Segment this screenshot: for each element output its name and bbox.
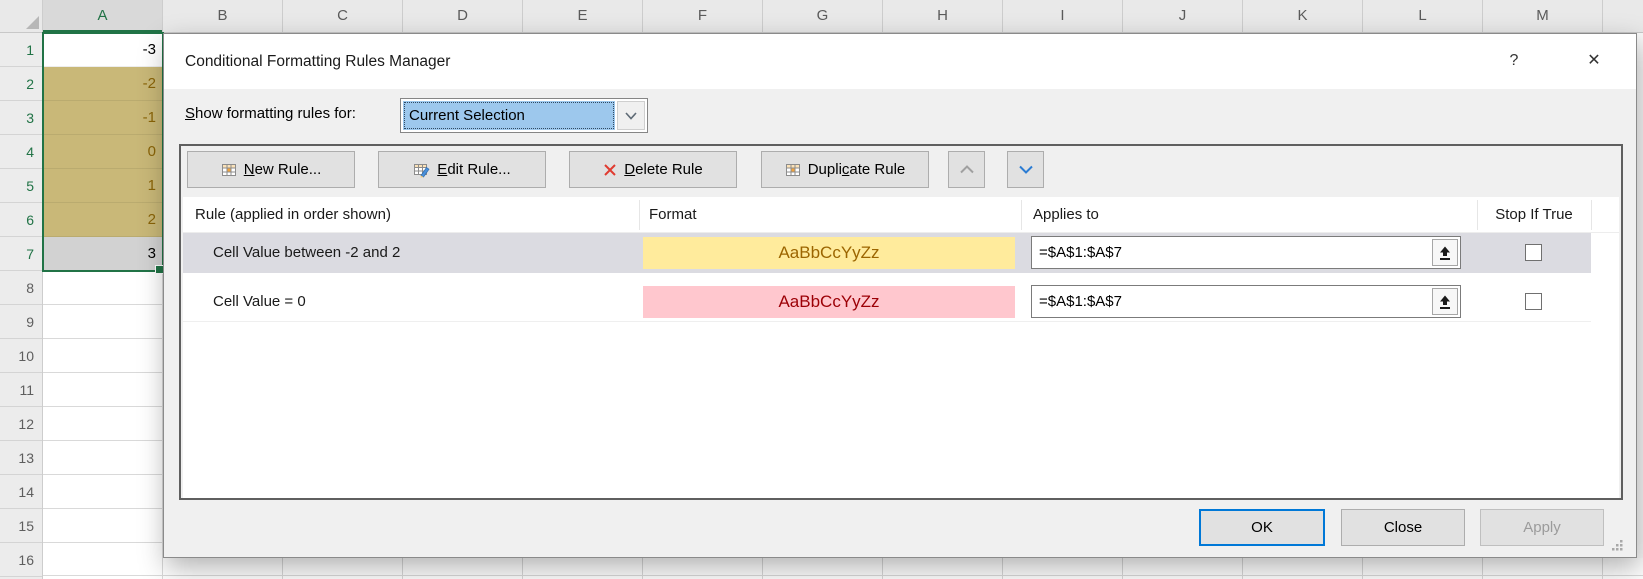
column-header-G[interactable]: G bbox=[763, 0, 883, 32]
chevron-down-icon bbox=[1019, 165, 1033, 174]
column-header-I[interactable]: I bbox=[1003, 0, 1123, 32]
row-header-strip: 1 2 3 4 5 6 7 8 9 10 11 12 13 14 15 16 bbox=[0, 33, 43, 579]
row-header-11[interactable]: 11 bbox=[0, 373, 42, 407]
row-header-8[interactable]: 8 bbox=[0, 271, 42, 305]
format-column-header: Format bbox=[649, 197, 697, 232]
column-header-strip: A B C D E F G H I J K L M bbox=[0, 0, 1643, 33]
close-icon[interactable]: ✕ bbox=[1579, 46, 1609, 76]
row-header-13[interactable]: 13 bbox=[0, 441, 42, 475]
edit-rule-button[interactable]: Edit Rule... bbox=[378, 151, 546, 188]
table-grid-pencil-icon bbox=[413, 162, 430, 178]
cell-A1[interactable]: -3 bbox=[43, 33, 163, 67]
row-header-14[interactable]: 14 bbox=[0, 475, 42, 509]
rule-row-1[interactable]: Cell Value between -2 and 2 AaBbCcYyZz bbox=[183, 233, 1591, 273]
row-header-3[interactable]: 3 bbox=[0, 101, 42, 135]
cell-A7[interactable]: 3 bbox=[43, 237, 163, 271]
column-header-B[interactable]: B bbox=[163, 0, 283, 32]
collapse-range-button[interactable] bbox=[1432, 288, 1458, 315]
help-icon[interactable]: ? bbox=[1499, 46, 1529, 76]
select-all-triangle-icon bbox=[26, 16, 39, 29]
collapse-range-arrow-icon bbox=[1438, 245, 1452, 261]
conditional-formatting-rules-manager-dialog: Conditional Formatting Rules Manager ? ✕… bbox=[163, 33, 1637, 558]
row-header-9[interactable]: 9 bbox=[0, 305, 42, 339]
format-preview: AaBbCcYyZz bbox=[643, 237, 1015, 269]
sheet-grid-right bbox=[1637, 33, 1643, 558]
stop-if-true-checkbox[interactable] bbox=[1525, 244, 1542, 261]
collapse-range-arrow-icon bbox=[1438, 294, 1452, 310]
format-preview: AaBbCcYyZz bbox=[643, 286, 1015, 318]
show-rules-selected-value: Current Selection bbox=[403, 101, 615, 130]
new-rule-button[interactable]: New Rule... bbox=[187, 151, 355, 188]
rule-description: Cell Value between -2 and 2 bbox=[213, 233, 400, 273]
column-header-K[interactable]: K bbox=[1243, 0, 1363, 32]
delete-rule-label: Delete Rule bbox=[624, 161, 702, 178]
chevron-up-icon bbox=[960, 165, 974, 174]
row-header-6[interactable]: 6 bbox=[0, 203, 42, 237]
row-header-4[interactable]: 4 bbox=[0, 135, 42, 169]
collapse-range-button[interactable] bbox=[1432, 239, 1458, 266]
row-header-7[interactable]: 7 bbox=[0, 237, 42, 271]
rule-column-header: Rule (applied in order shown) bbox=[195, 197, 391, 232]
cell-A4[interactable]: 0 bbox=[43, 135, 163, 169]
cell-A3[interactable]: -1 bbox=[43, 101, 163, 135]
table-grid-icon bbox=[785, 162, 801, 178]
dialog-titlebar[interactable]: Conditional Formatting Rules Manager ? ✕ bbox=[164, 34, 1636, 89]
ok-button[interactable]: OK bbox=[1199, 509, 1325, 546]
column-header-H[interactable]: H bbox=[883, 0, 1003, 32]
rules-list: Rule (applied in order shown) Format App… bbox=[183, 197, 1619, 498]
duplicate-rule-label: Duplicate Rule bbox=[808, 161, 906, 178]
red-x-icon bbox=[603, 163, 617, 177]
show-rules-dropdown[interactable]: Current Selection bbox=[400, 98, 648, 133]
row-header-10[interactable]: 10 bbox=[0, 339, 42, 373]
table-grid-icon bbox=[221, 162, 237, 178]
column-header-E[interactable]: E bbox=[523, 0, 643, 32]
row-header-5[interactable]: 5 bbox=[0, 169, 42, 203]
close-button[interactable]: Close bbox=[1341, 509, 1465, 546]
duplicate-rule-button[interactable]: Duplicate Rule bbox=[761, 151, 929, 188]
applies-to-field-wrap bbox=[1031, 236, 1461, 269]
column-header-L[interactable]: L bbox=[1363, 0, 1483, 32]
applies-to-input[interactable] bbox=[1031, 285, 1461, 318]
row-header-12[interactable]: 12 bbox=[0, 407, 42, 441]
select-all-corner[interactable] bbox=[0, 0, 43, 32]
apply-button[interactable]: Apply bbox=[1480, 509, 1604, 546]
stop-if-true-column-header: Stop If True bbox=[1477, 197, 1591, 232]
applies-to-column-header: Applies to bbox=[1033, 197, 1099, 232]
column-header-C[interactable]: C bbox=[283, 0, 403, 32]
column-header-D[interactable]: D bbox=[403, 0, 523, 32]
rule-description: Cell Value = 0 bbox=[213, 282, 306, 322]
row-header-16[interactable]: 16 bbox=[0, 543, 42, 577]
row-header-2[interactable]: 2 bbox=[0, 67, 42, 101]
cell-A5[interactable]: 1 bbox=[43, 169, 163, 203]
move-rule-up-button[interactable] bbox=[948, 151, 985, 188]
row-header-1[interactable]: 1 bbox=[0, 33, 42, 67]
sheet-grid-bottom bbox=[43, 558, 1643, 579]
dialog-title: Conditional Formatting Rules Manager bbox=[185, 34, 450, 89]
column-header-J[interactable]: J bbox=[1123, 0, 1243, 32]
delete-rule-button[interactable]: Delete Rule bbox=[569, 151, 737, 188]
rule-row-2[interactable]: Cell Value = 0 AaBbCcYyZz bbox=[183, 282, 1591, 322]
column-header-M[interactable]: M bbox=[1483, 0, 1603, 32]
cell-A2[interactable]: -2 bbox=[43, 67, 163, 101]
move-rule-down-button[interactable] bbox=[1007, 151, 1044, 188]
rules-group-box: New Rule... Edit Rule... Delete Rule bbox=[179, 144, 1623, 500]
edit-rule-label: Edit Rule... bbox=[437, 161, 510, 178]
column-header-A[interactable]: A bbox=[43, 0, 163, 32]
new-rule-label: New Rule... bbox=[244, 161, 322, 178]
show-rules-label: Show formatting rules for: bbox=[185, 96, 356, 131]
applies-to-input[interactable] bbox=[1031, 236, 1461, 269]
rules-list-header: Rule (applied in order shown) Format App… bbox=[183, 197, 1619, 233]
column-header-F[interactable]: F bbox=[643, 0, 763, 32]
chevron-down-icon[interactable] bbox=[617, 101, 645, 130]
applies-to-field-wrap bbox=[1031, 285, 1461, 318]
row-header-15[interactable]: 15 bbox=[0, 509, 42, 543]
cell-A6[interactable]: 2 bbox=[43, 203, 163, 237]
stop-if-true-checkbox[interactable] bbox=[1525, 293, 1542, 310]
resize-grip[interactable] bbox=[1610, 538, 1624, 552]
